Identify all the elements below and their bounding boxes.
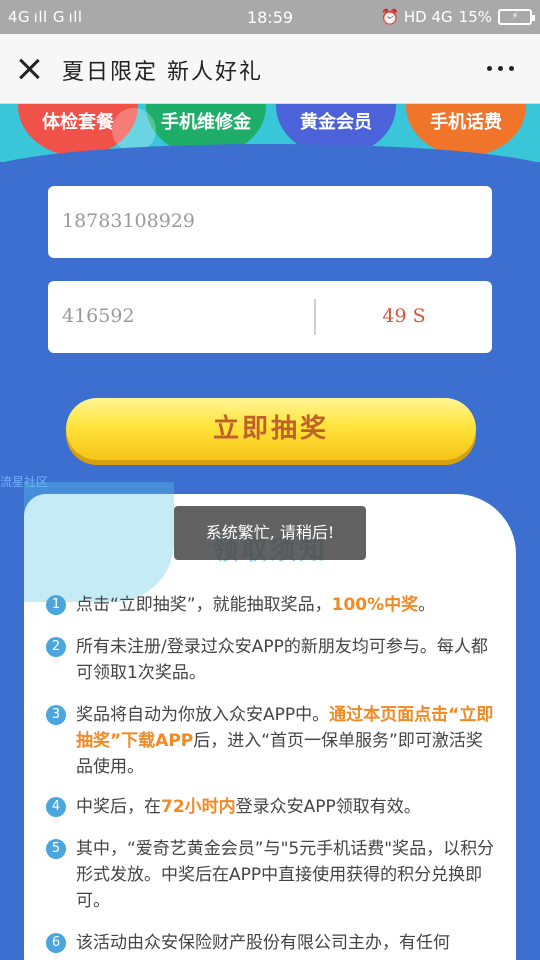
rule-number-icon: 6: [46, 933, 66, 953]
rule-item: 3 奖品将自动为你放入众安APP中。通过本页面点击“立即抽奖”下载APP后，进入…: [46, 702, 496, 780]
verification-code-field: 416592 49 S: [48, 281, 492, 353]
phone-input[interactable]: 18783108929: [48, 186, 492, 258]
toast-message: 系统繁忙, 请稍后!: [174, 506, 366, 560]
more-options-icon[interactable]: [487, 66, 514, 71]
battery-icon: ⚡: [498, 9, 535, 25]
rule-number-icon: 4: [46, 797, 66, 817]
battery-percent: 15%: [458, 8, 492, 26]
rule-number-icon: 2: [46, 637, 66, 657]
status-bar: 4G ıll G ıll 18:59 ⏰ HD 4G 15% ⚡: [0, 0, 540, 34]
page-title: 夏日限定 新人好礼: [62, 60, 263, 85]
status-right: ⏰ HD 4G 15% ⚡: [380, 8, 535, 26]
phone-value: 18783108929: [62, 210, 195, 232]
rule-item: 2 所有未注册/登录过众安APP的新朋友均可参与。每人都可领取1次奖品。: [46, 634, 496, 686]
rule-item: 1 点击“立即抽奖”，就能抽取奖品，100%中奖。: [46, 592, 496, 618]
close-icon[interactable]: [16, 56, 42, 82]
rule-item: 6 该活动由众安保险财产股份有限公司主办，有任何: [46, 930, 496, 956]
decorative-bubble: [112, 108, 156, 152]
resend-countdown[interactable]: 49 S: [316, 305, 492, 327]
rule-item: 4 中奖后，在72小时内登录众安APP领取有效。: [46, 794, 496, 820]
rule-number-icon: 5: [46, 839, 66, 859]
rule-item: 5 其中，“爱奇艺黄金会员”与"5元手机话费"奖品，以积分形式发放。中奖后在AP…: [46, 836, 496, 914]
prize-strip: 体检套餐 手机维修金 黄金会员 手机话费: [0, 104, 540, 162]
status-icons: ⏰ HD 4G: [380, 8, 453, 26]
rule-number-icon: 3: [46, 705, 66, 725]
rule-number-icon: 1: [46, 595, 66, 615]
verification-code-input[interactable]: 416592: [62, 305, 135, 327]
title-bar: 夏日限定 新人好礼: [0, 34, 540, 104]
draw-now-button[interactable]: 立即抽奖: [66, 398, 476, 460]
